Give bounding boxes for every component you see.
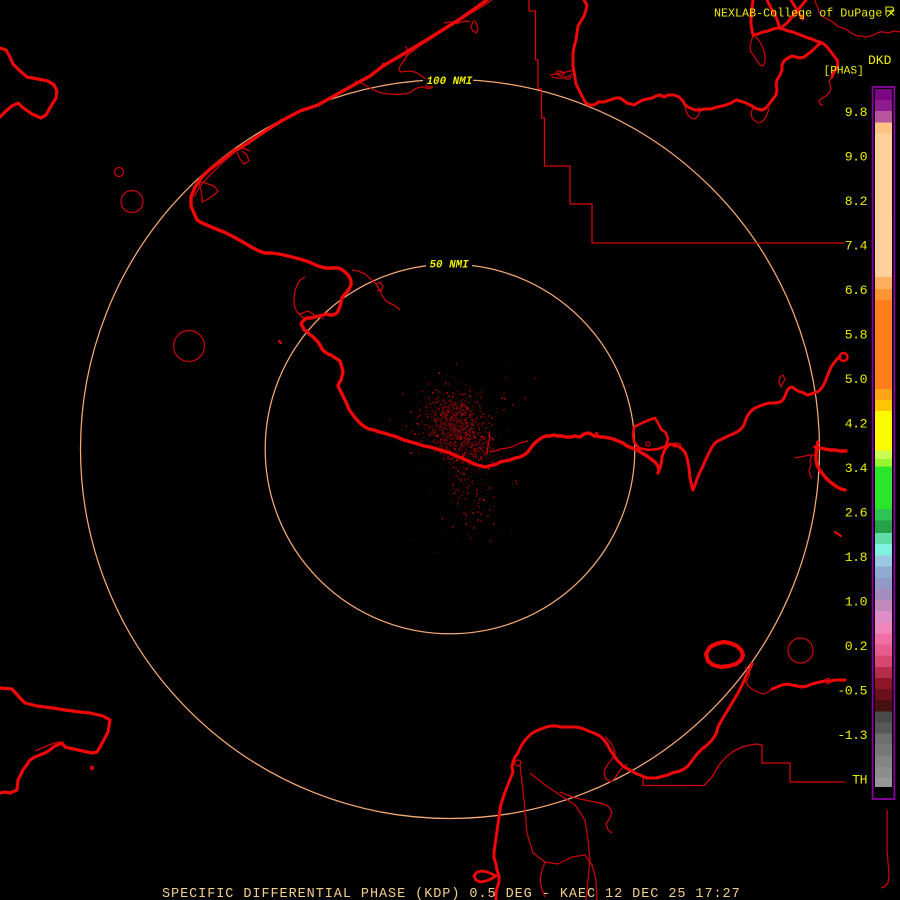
svg-text:4.2: 4.2 <box>845 417 867 432</box>
svg-text:100 NMI: 100 NMI <box>427 76 473 88</box>
svg-text:[PHAS]: [PHAS] <box>824 66 864 78</box>
svg-text:50 NMI: 50 NMI <box>430 260 470 272</box>
svg-text:9.0: 9.0 <box>845 150 868 165</box>
svg-text:1.8: 1.8 <box>845 550 868 565</box>
svg-text:3.4: 3.4 <box>845 461 868 476</box>
svg-text:7.4: 7.4 <box>845 239 868 254</box>
svg-text:9.8: 9.8 <box>845 105 868 120</box>
svg-text:TH: TH <box>852 773 867 788</box>
svg-text:8.2: 8.2 <box>845 194 867 209</box>
svg-text:5.8: 5.8 <box>845 328 868 343</box>
svg-text:-1.3: -1.3 <box>837 728 867 743</box>
svg-text:1.0: 1.0 <box>845 595 868 610</box>
svg-text:0.2: 0.2 <box>845 639 867 654</box>
svg-text:NEXLAB-College of DuPage: NEXLAB-College of DuPage <box>714 7 882 21</box>
svg-text:5.0: 5.0 <box>845 372 868 387</box>
svg-text:-0.5: -0.5 <box>837 684 867 699</box>
svg-text:SPECIFIC DIFFERENTIAL PHASE (K: SPECIFIC DIFFERENTIAL PHASE (KDP) 0.5 DE… <box>162 887 741 900</box>
svg-text:DKD: DKD <box>868 53 892 68</box>
svg-text:6.6: 6.6 <box>845 283 868 298</box>
svg-text:2.6: 2.6 <box>845 506 868 521</box>
